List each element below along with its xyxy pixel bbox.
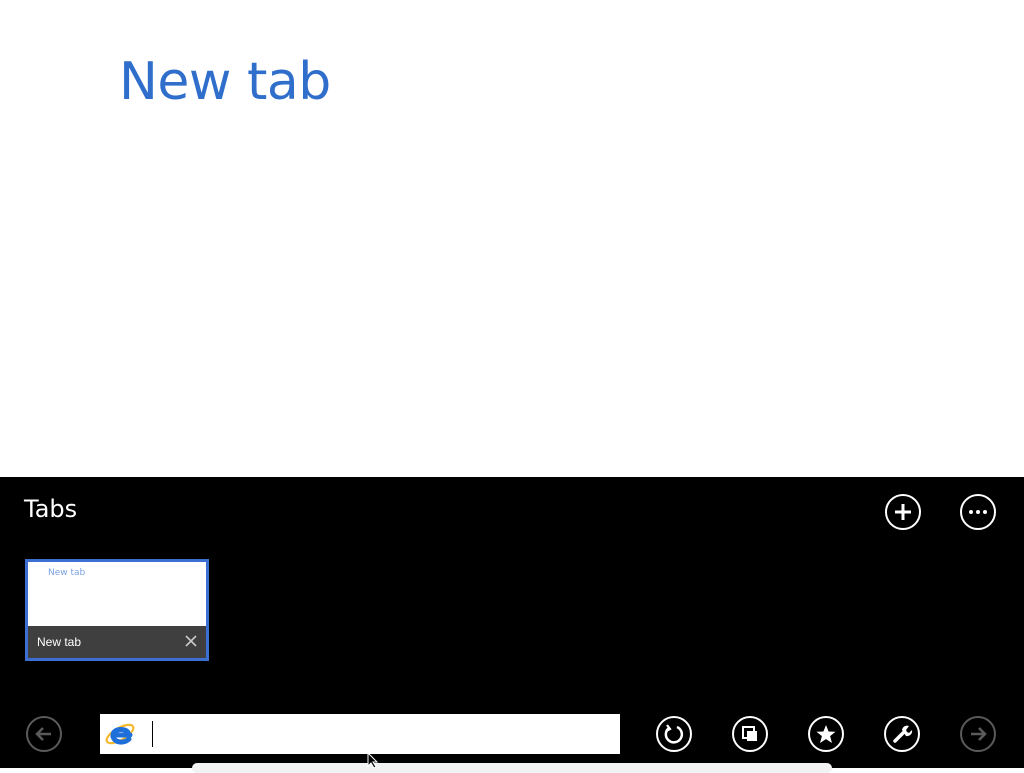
pin-to-start-button[interactable] xyxy=(732,716,768,752)
back-button[interactable] xyxy=(26,716,62,752)
mouse-cursor-icon xyxy=(367,752,379,768)
page-content: New tab xyxy=(0,0,1024,477)
back-arrow-icon xyxy=(35,727,51,741)
page-title: New tab xyxy=(119,52,331,112)
ellipsis-icon xyxy=(969,510,987,514)
refresh-icon xyxy=(664,724,684,744)
star-icon xyxy=(816,725,836,743)
tabs-app-bar: Tabs New tab New tab xyxy=(0,477,1024,768)
forward-button[interactable] xyxy=(960,716,996,752)
tab-thumbnail[interactable]: New tab New tab xyxy=(25,559,209,661)
plus-icon xyxy=(895,504,911,520)
tab-preview-title: New tab xyxy=(48,568,86,578)
forward-arrow-icon xyxy=(971,727,987,741)
internet-explorer-logo xyxy=(105,723,135,745)
tab-tools-button[interactable] xyxy=(960,494,996,530)
address-input[interactable] xyxy=(150,720,610,748)
close-icon[interactable] xyxy=(184,634,198,648)
new-tab-button[interactable] xyxy=(885,494,921,530)
pin-to-start-icon xyxy=(742,726,757,741)
tab-footer: New tab xyxy=(28,626,206,658)
text-caret xyxy=(152,721,153,747)
tab-preview: New tab xyxy=(28,562,206,626)
refresh-button[interactable] xyxy=(656,716,692,752)
suggestions-panel-edge xyxy=(192,763,832,773)
favorites-button[interactable] xyxy=(808,716,844,752)
tabs-heading: Tabs xyxy=(24,495,78,523)
address-bar[interactable] xyxy=(100,714,620,754)
wrench-icon xyxy=(893,725,913,743)
tab-label: New tab xyxy=(37,635,82,649)
page-tools-button[interactable] xyxy=(884,716,920,752)
